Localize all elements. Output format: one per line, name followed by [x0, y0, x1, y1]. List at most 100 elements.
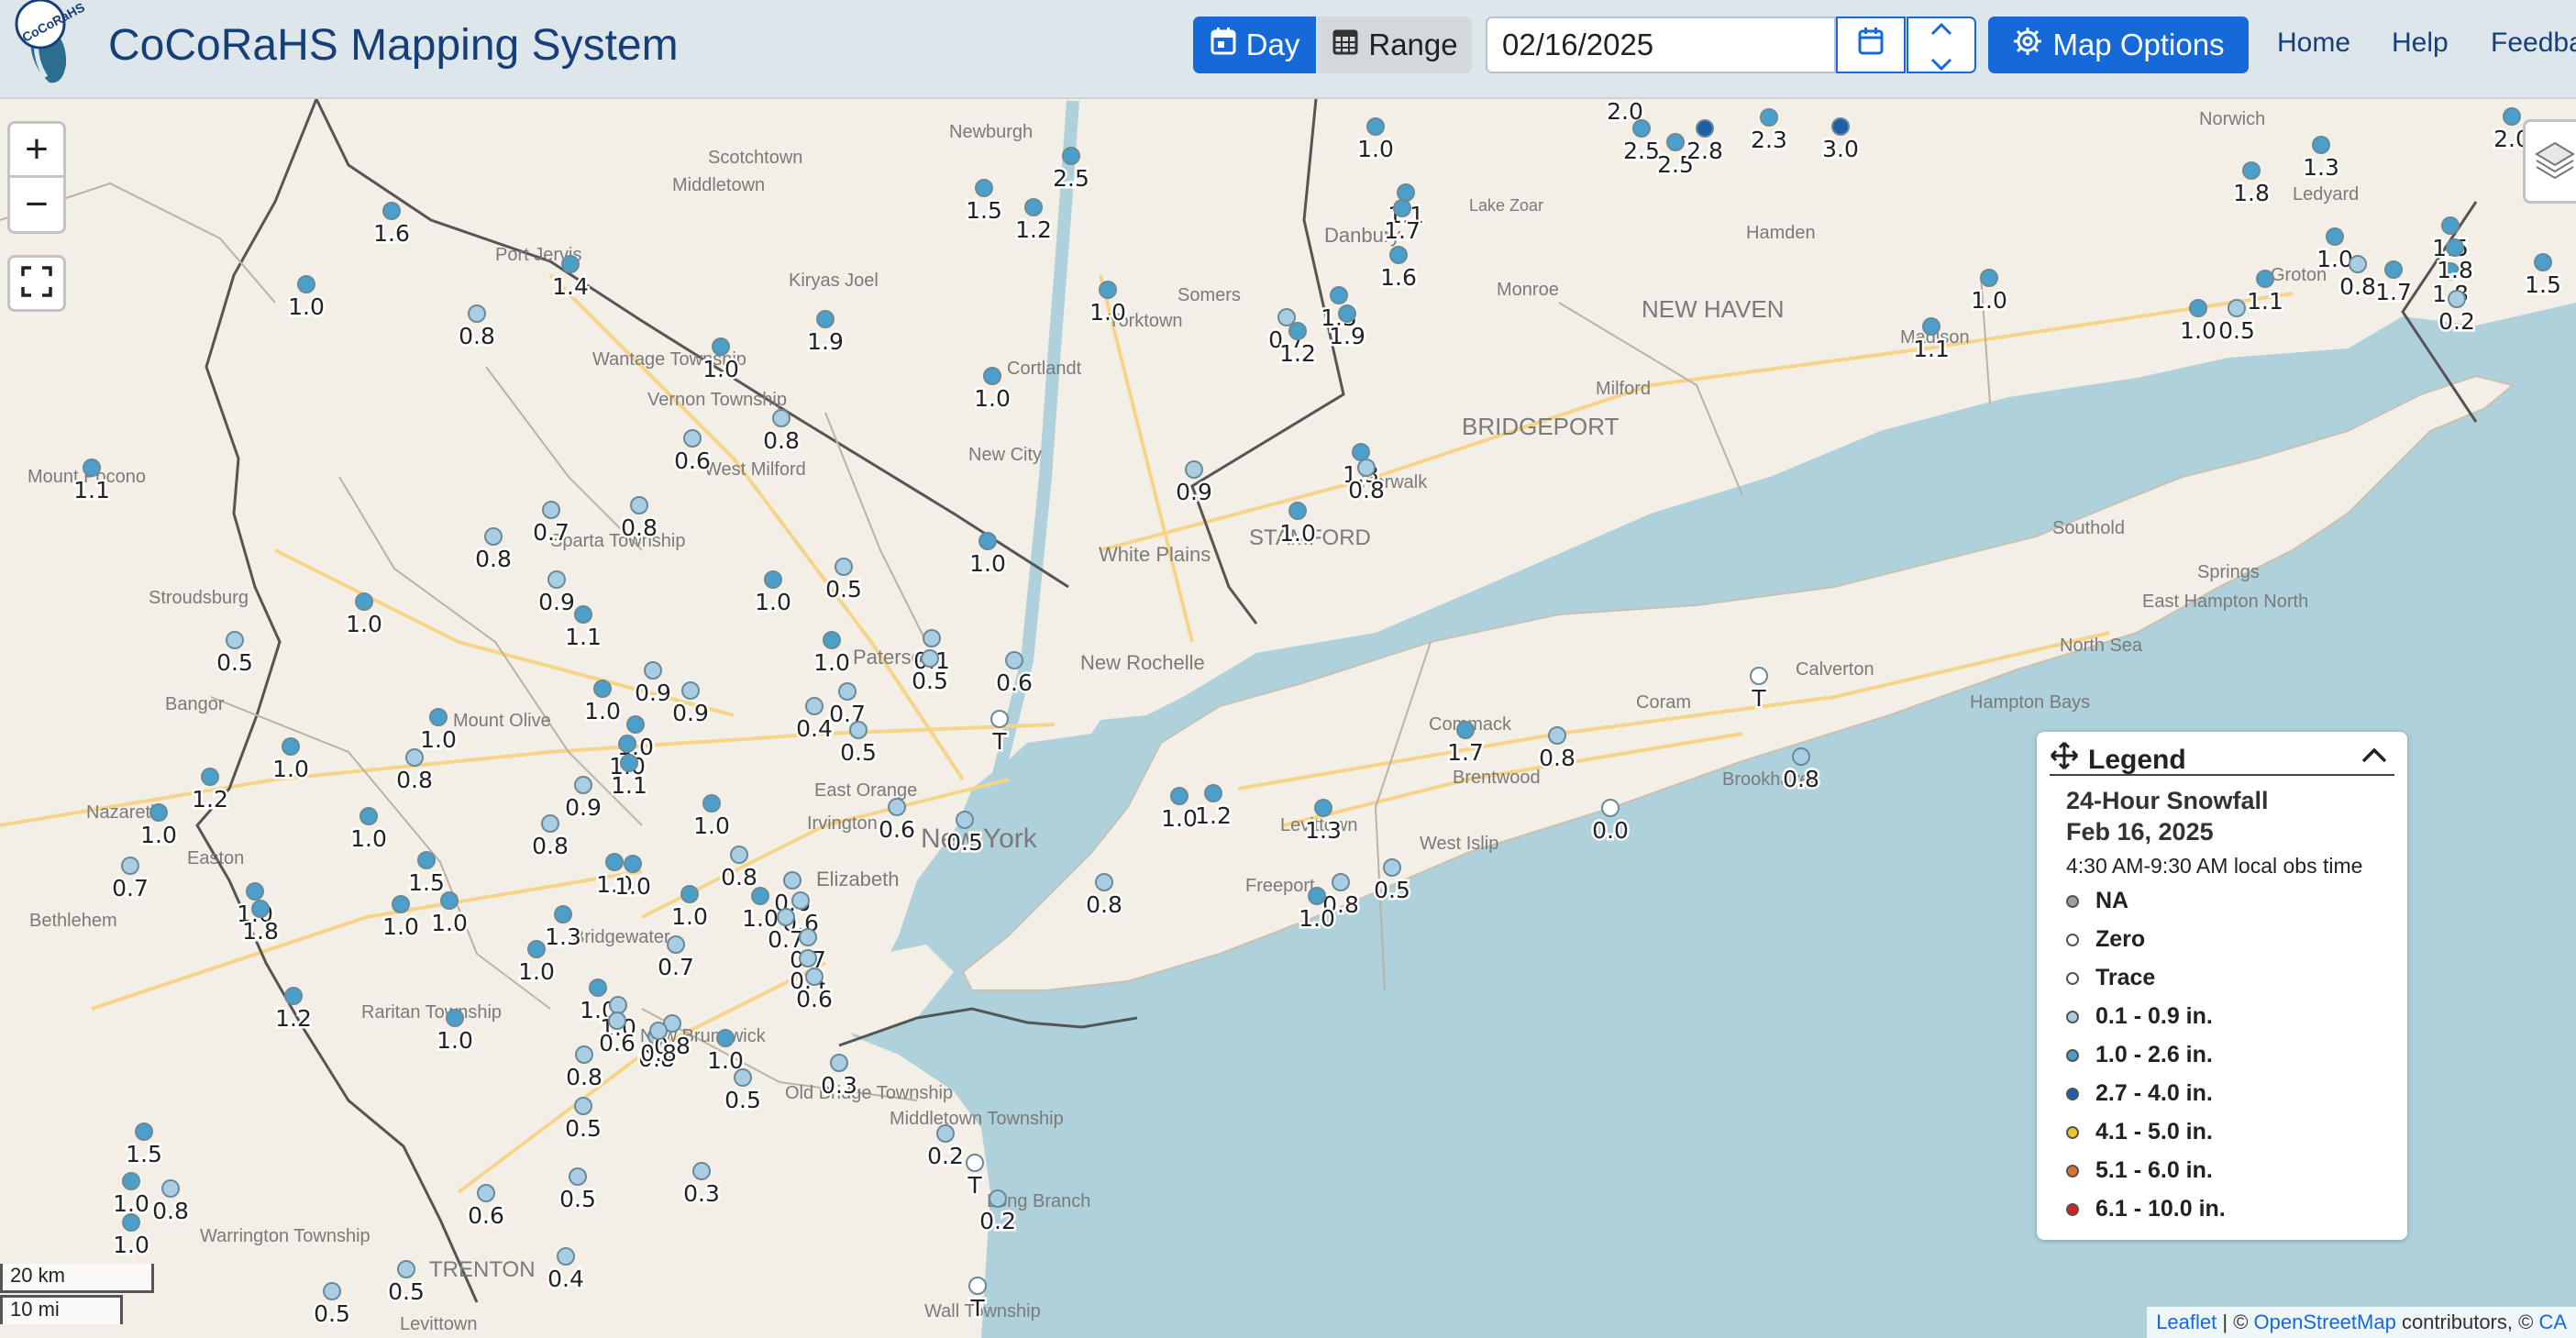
layers-icon: [2533, 138, 2576, 186]
station-value: 1.8: [2233, 180, 2270, 206]
chevron-down-icon[interactable]: [1929, 45, 1953, 80]
station-dot: [978, 532, 997, 550]
station-dot: [751, 887, 769, 905]
station-value: T: [967, 1172, 982, 1199]
station-value: 1.1: [565, 624, 602, 650]
station-dot: [956, 811, 974, 829]
carto-link[interactable]: CA: [2538, 1310, 2567, 1333]
station-dot: [644, 661, 662, 680]
station-dot: [83, 459, 101, 477]
station-dot: [2534, 253, 2552, 271]
station-value: 1.0: [755, 589, 791, 615]
station-dot: [382, 202, 401, 220]
station-value: 1.0: [113, 1232, 149, 1258]
station-dot: [1314, 799, 1332, 817]
nav-feedback-link[interactable]: Feedba: [2491, 28, 2576, 59]
move-icon[interactable]: [2050, 741, 2079, 775]
station-value: 1.5: [2525, 271, 2561, 298]
place-cortlandt: Cortlandt: [1007, 359, 1082, 379]
station-value: 0.6: [674, 448, 711, 474]
place-kiryas-joel: Kiryas Joel: [789, 271, 879, 291]
calendar-outline-icon: [1857, 27, 1885, 63]
station-dot: [2228, 299, 2246, 317]
station-dot: [527, 940, 546, 958]
legend-obs-time: 4:30 AM-9:30 AM local obs time: [2066, 854, 2363, 878]
legend-item-label: NA: [2095, 888, 2129, 913]
date-stepper[interactable]: [1907, 17, 1976, 73]
station-marker[interactable]: T: [965, 1154, 985, 1201]
station-value: 0.5: [825, 576, 862, 603]
place-middletown: Middletown: [672, 175, 765, 195]
gear-icon: [2012, 26, 2043, 64]
chevron-up-icon[interactable]: [1929, 10, 1953, 45]
station-dot: [1095, 873, 1113, 891]
map-canvas[interactable]: Newburgh Scotchtown Middletown Port Jerv…: [0, 99, 2576, 1338]
station-dot: [541, 814, 559, 833]
station-dot: [2349, 255, 2367, 273]
zoom-out-button[interactable]: −: [7, 177, 66, 234]
zoom-in-button[interactable]: +: [7, 121, 66, 178]
station-dot: [135, 1122, 153, 1141]
station-value: 2.8: [1686, 138, 1723, 164]
station-dot: [121, 857, 139, 875]
cocorahs-logo[interactable]: CoCoRaHS: [13, 0, 105, 88]
station-dot: [609, 996, 627, 1014]
place-raritan: Raritan Township: [361, 1002, 502, 1023]
station-dot: [838, 682, 857, 701]
header-bar: CoCoRaHS CoCoRaHS Mapping System Day Ran…: [0, 0, 2576, 99]
station-value: 1.0: [2316, 246, 2353, 272]
station-dot: [1338, 304, 1356, 323]
station-dot: [2441, 216, 2460, 235]
date-picker-button[interactable]: [1836, 17, 1906, 73]
station-value: 0.5: [724, 1087, 761, 1113]
fullscreen-icon: [20, 265, 53, 303]
station-marker[interactable]: T: [989, 710, 1010, 757]
station-value: 1.2: [192, 786, 228, 813]
station-value: 0.9: [538, 589, 575, 615]
station-value: 0.6: [796, 986, 833, 1012]
station-value: 0.8: [1086, 891, 1122, 918]
station-dot: [2189, 299, 2207, 317]
station-value: 1.3: [1305, 817, 1342, 844]
station-dot: [1308, 887, 1326, 905]
site-title[interactable]: CoCoRaHS Mapping System: [108, 20, 679, 71]
station-dot: [730, 846, 748, 864]
station-value: 1.0: [140, 822, 177, 848]
station-dot: [574, 605, 592, 624]
osm-link[interactable]: OpenStreetMap: [2254, 1310, 2396, 1333]
station-value: 1.1: [1913, 336, 1950, 362]
station-dot: [975, 179, 993, 197]
legend-swatch: [2066, 1048, 2079, 1062]
place-west-islip: West Islip: [1420, 834, 1498, 854]
legend-item: 6.1 - 10.0 in.: [2066, 1196, 2226, 1222]
station-dot: [777, 908, 795, 926]
map-options-button[interactable]: Map Options: [1988, 17, 2249, 73]
place-new-city: New City: [968, 445, 1042, 465]
station-dot: [1366, 117, 1385, 136]
station-dot: [1389, 246, 1408, 264]
chevron-up-icon[interactable]: [2360, 743, 2389, 773]
station-dot: [630, 496, 648, 514]
place-north-sea: North Sea: [2060, 636, 2143, 656]
station-value: 1.2: [275, 1005, 312, 1032]
map-attribution: Leaflet | © OpenStreetMap contributors, …: [2147, 1307, 2576, 1338]
legend-title: Legend: [2088, 745, 2186, 775]
station-dot: [355, 592, 373, 611]
station-dot: [835, 558, 853, 576]
fullscreen-button[interactable]: [7, 255, 66, 312]
station-dot: [251, 900, 270, 918]
station-marker[interactable]: T: [1749, 667, 1769, 714]
station-marker[interactable]: T: [967, 1277, 988, 1324]
nav-home-link[interactable]: Home: [2277, 28, 2350, 59]
legend-swatch: [2066, 971, 2079, 985]
layers-button[interactable]: [2523, 119, 2576, 204]
station-dot: [983, 367, 1001, 385]
station-dot: [226, 631, 244, 649]
nav-help-link[interactable]: Help: [2392, 28, 2449, 59]
legend-header[interactable]: Legend: [2050, 741, 2394, 776]
station-value: 1.7: [1384, 217, 1421, 244]
day-button[interactable]: Day: [1193, 17, 1316, 73]
range-button[interactable]: Range: [1318, 17, 1472, 73]
leaflet-link[interactable]: Leaflet: [2156, 1310, 2217, 1333]
date-input[interactable]: [1486, 17, 1836, 73]
